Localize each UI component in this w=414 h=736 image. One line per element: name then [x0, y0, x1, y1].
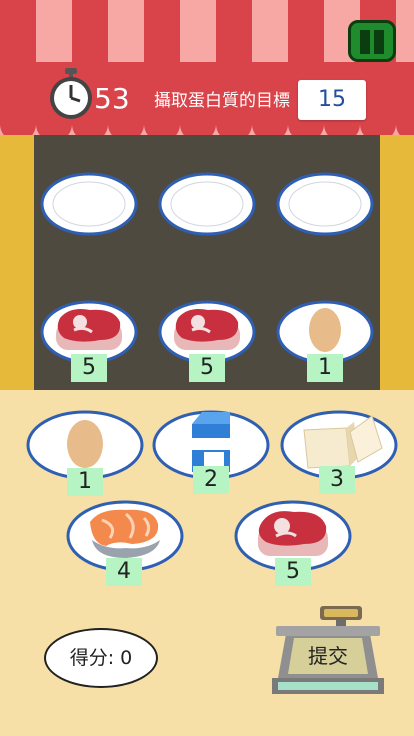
pause-icon-bar [374, 30, 384, 54]
protein-goal-label: 攝取蛋白質的目標 [154, 91, 290, 111]
submit-label: 提交 [308, 644, 348, 668]
choice-plate-value: 3 [319, 466, 355, 494]
milk-carton-icon [192, 412, 230, 472]
shelf-plate-empty[interactable] [276, 172, 374, 236]
stopwatch-icon [48, 68, 94, 124]
steak-icon [174, 309, 240, 350]
protein-goal-value: 15 [298, 80, 366, 120]
timer-value: 53 [94, 82, 130, 115]
egg-icon [309, 308, 341, 352]
steak-icon [56, 309, 122, 350]
salmon-icon [90, 509, 160, 558]
choice-plate-value: 1 [67, 468, 103, 496]
shelf-plate-value: 1 [307, 354, 343, 382]
shelf-plate-value: 5 [71, 354, 107, 382]
pause-button[interactable] [348, 20, 396, 62]
steak-icon [258, 511, 328, 556]
pause-icon [360, 30, 370, 54]
choice-plate-value: 4 [106, 558, 142, 586]
egg-icon [67, 420, 103, 468]
choice-plate-value: 2 [193, 466, 229, 494]
shelf-plate-value: 5 [189, 354, 225, 382]
score-display: 得分: 0 [44, 628, 158, 688]
shelf-plate-empty[interactable] [158, 172, 256, 236]
shelf-plate-empty[interactable] [40, 172, 138, 236]
choice-plate-value: 5 [275, 558, 311, 586]
